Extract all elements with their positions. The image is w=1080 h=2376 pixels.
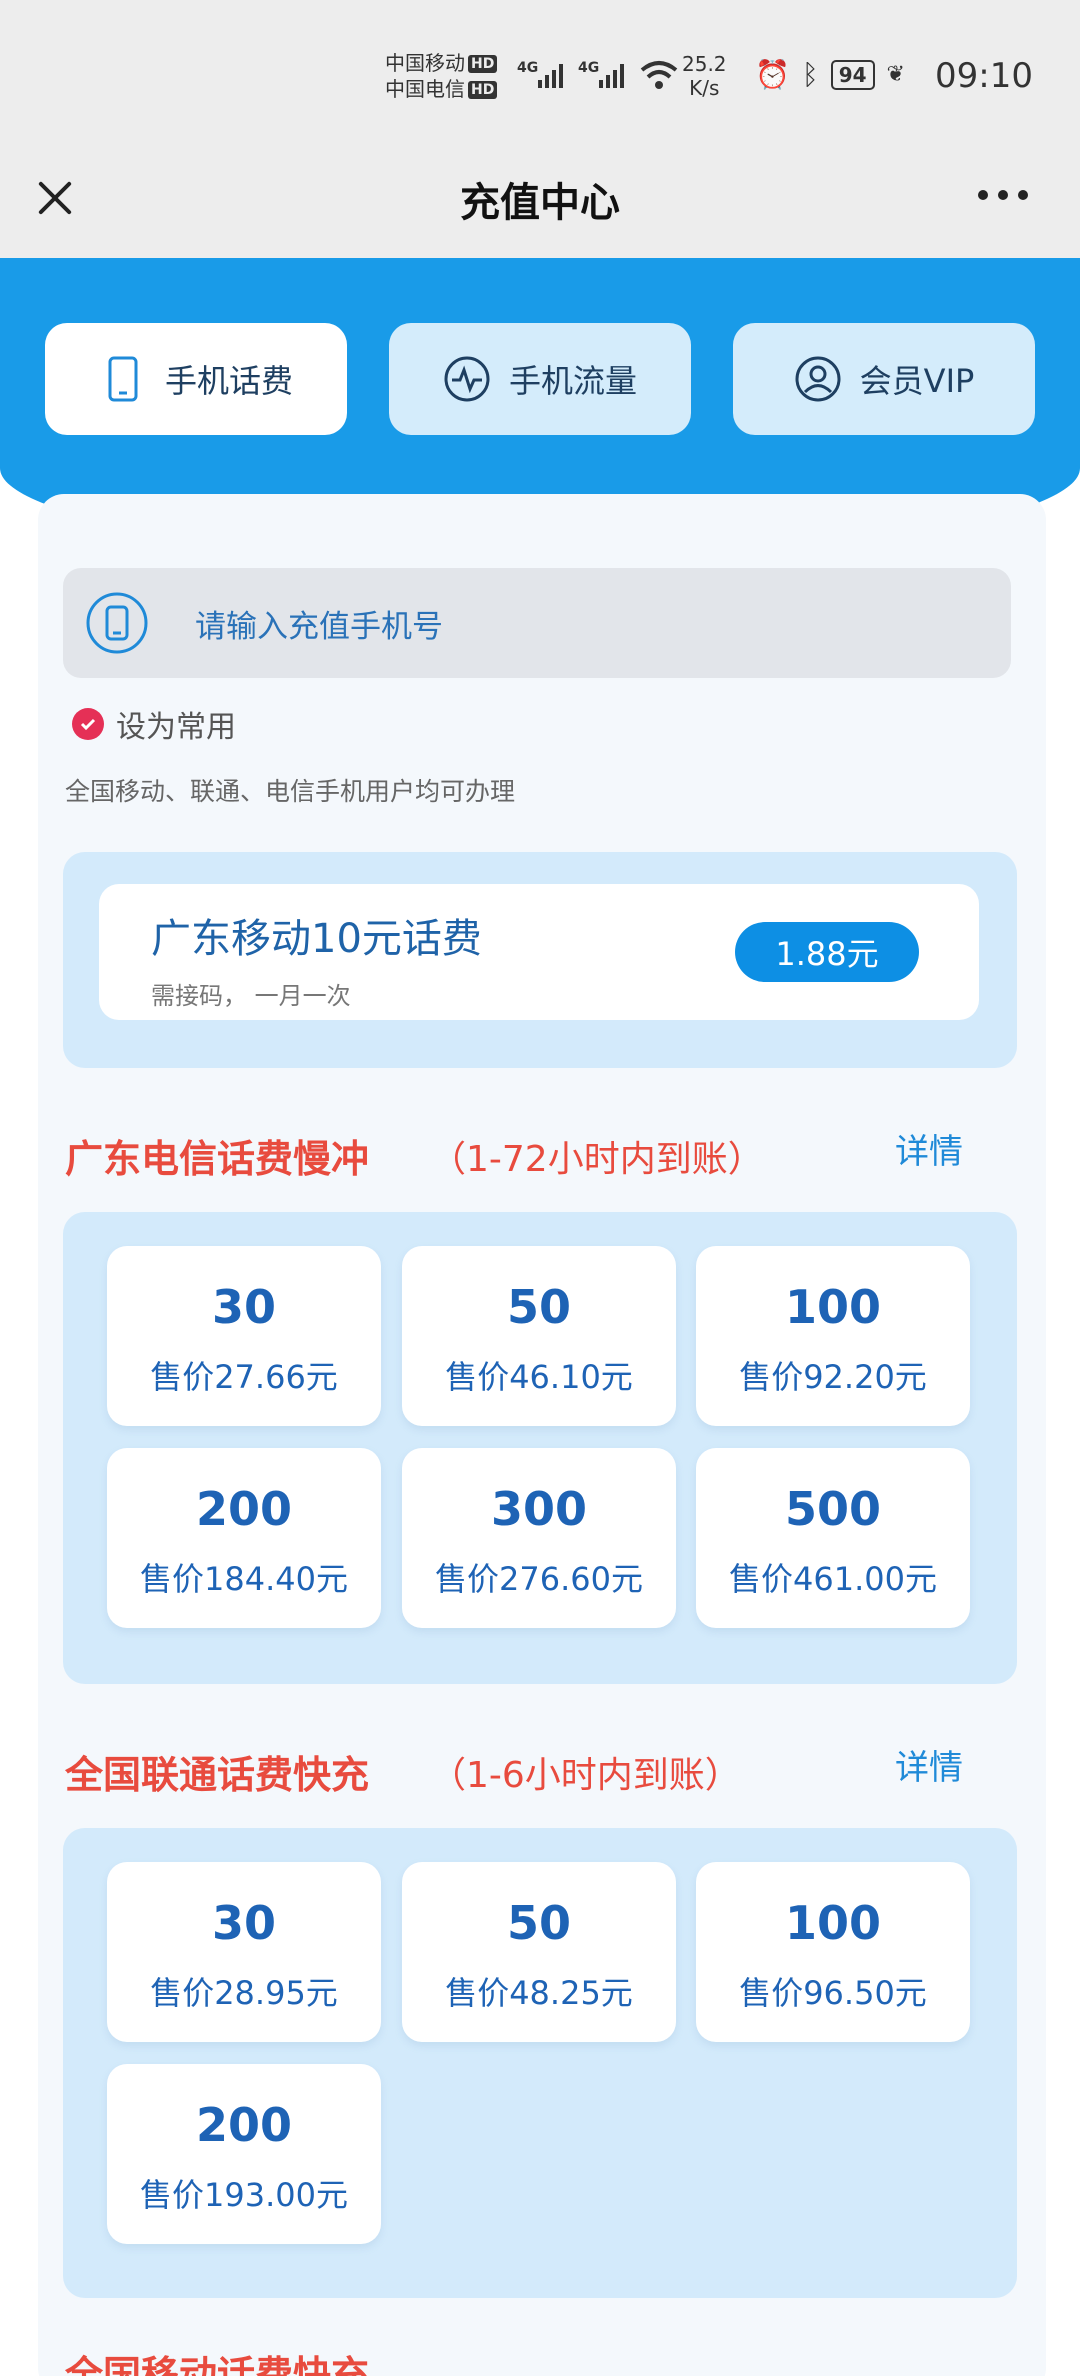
section-title: 全国移动话费快充: [65, 2353, 370, 2376]
amount: 300: [490, 1482, 588, 1536]
check-icon: [72, 708, 104, 740]
sale-price: 售价28.95元: [150, 1974, 338, 2012]
title-bar: 充值中心: [0, 150, 1080, 258]
hd-badge: HD: [468, 55, 498, 73]
more-icon[interactable]: [978, 190, 1028, 200]
page-title: 充值中心: [460, 180, 620, 226]
recharge-option[interactable]: 200 售价184.40元: [107, 1448, 381, 1628]
promo-section: 广东移动10元话费 需接码， 一月一次 1.88元: [63, 852, 1017, 1068]
sale-price: 售价461.00元: [729, 1560, 937, 1598]
carrier-2: 中国电信: [385, 77, 465, 101]
sale-price: 售价92.20元: [739, 1358, 927, 1396]
recharge-option[interactable]: 100 售价96.50元: [696, 1862, 970, 2042]
amount: 200: [195, 2098, 293, 2152]
amount: 100: [784, 1280, 882, 1334]
detail-link[interactable]: 详情: [895, 1740, 963, 1789]
leaf-icon: ❦: [886, 62, 905, 87]
sale-price: 售价96.50元: [739, 1974, 927, 2012]
status-bar: 中国移动 HD 中国电信 HD 4G 4G 25.2 K/s ⏰ ᛒ 94 ❦ 09…: [0, 0, 1080, 150]
clock: 09:10: [935, 56, 1033, 96]
promo-subtitle: 需接码， 一月一次: [151, 982, 351, 1010]
recharge-option[interactable]: 100 售价92.20元: [696, 1246, 970, 1426]
promo-card[interactable]: 广东移动10元话费 需接码， 一月一次 1.88元: [99, 884, 979, 1020]
amount: 30: [211, 1280, 276, 1334]
set-common-label: 设为常用: [116, 710, 236, 745]
promo-title: 广东移动10元话费: [151, 916, 482, 962]
user-icon: [794, 355, 842, 403]
recharge-option[interactable]: 300 售价276.60元: [402, 1448, 676, 1628]
promo-price-button[interactable]: 1.88元: [735, 922, 919, 982]
phone-number-input[interactable]: 请输入充值手机号: [63, 568, 1011, 678]
amount: 30: [211, 1896, 276, 1950]
tab-label: 手机流量: [508, 362, 637, 400]
tab-mobile-data[interactable]: 手机流量: [389, 323, 691, 435]
phone-icon: [99, 355, 147, 403]
category-tabs: 手机话费 手机流量 会员VIP: [45, 323, 1037, 435]
section-title: 广东电信话费慢冲: [65, 1137, 370, 1181]
network-speed: 25.2 K/s: [682, 52, 727, 100]
network-type-2: 4G: [578, 60, 600, 76]
status-icons: ⏰ ᛒ 94 ❦: [755, 58, 905, 91]
tab-label: 手机话费: [164, 362, 293, 400]
network-type-1: 4G: [517, 60, 539, 76]
tab-label: 会员VIP: [859, 362, 975, 400]
sale-price: 售价48.25元: [445, 1974, 633, 2012]
tab-phone-bill[interactable]: 手机话费: [45, 323, 347, 435]
phone-icon: [85, 591, 149, 655]
recharge-option[interactable]: 50 售价48.25元: [402, 1862, 676, 2042]
recharge-option[interactable]: 500 售价461.00元: [696, 1448, 970, 1628]
carrier-info: 中国移动 HD 中国电信 HD: [385, 50, 498, 102]
tab-vip[interactable]: 会员VIP: [733, 323, 1035, 435]
carrier-1: 中国移动: [385, 51, 465, 75]
amount: 200: [195, 1482, 293, 1536]
recharge-option[interactable]: 50 售价46.10元: [402, 1246, 676, 1426]
sale-price: 售价193.00元: [140, 2176, 348, 2214]
amount: 50: [506, 1280, 571, 1334]
battery-indicator: 94: [830, 59, 875, 90]
wifi-icon: [640, 60, 678, 94]
amount: 100: [784, 1896, 882, 1950]
bluetooth-icon: ᛒ: [801, 58, 819, 91]
recharge-option[interactable]: 200 售价193.00元: [107, 2064, 381, 2244]
sale-price: 售价46.10元: [445, 1358, 633, 1396]
recharge-option[interactable]: 30 售价27.66元: [107, 1246, 381, 1426]
recharge-grid: 30 售价27.66元 50 售价46.10元 100 售价92.20元 200…: [63, 1212, 1017, 1684]
sale-price: 售价184.40元: [140, 1560, 348, 1598]
sale-price: 售价27.66元: [150, 1358, 338, 1396]
sale-price: 售价276.60元: [435, 1560, 643, 1598]
section-subtitle: （1-6小时内到账）: [430, 1755, 741, 1796]
amount: 50: [506, 1896, 571, 1950]
set-common-checkbox[interactable]: 设为常用: [72, 702, 236, 746]
alarm-icon: ⏰: [755, 58, 790, 91]
speed-value: 25.2: [682, 52, 727, 76]
carrier-note: 全国移动、联通、电信手机用户均可办理: [65, 777, 516, 806]
pulse-icon: [443, 355, 491, 403]
recharge-option[interactable]: 30 售价28.95元: [107, 1862, 381, 2042]
signal-icon: [538, 64, 563, 88]
section-title: 全国联通话费快充: [65, 1753, 370, 1797]
speed-unit: K/s: [689, 76, 720, 100]
recharge-grid: 30 售价28.95元 50 售价48.25元 100 售价96.50元 200…: [63, 1828, 1017, 2298]
amount: 500: [784, 1482, 882, 1536]
signal-icon: [599, 64, 624, 88]
section-subtitle: （1-72小时内到账）: [430, 1139, 764, 1180]
hd-badge: HD: [468, 81, 498, 99]
phone-input-placeholder: 请输入充值手机号: [195, 608, 443, 645]
detail-link[interactable]: 详情: [895, 1124, 963, 1173]
